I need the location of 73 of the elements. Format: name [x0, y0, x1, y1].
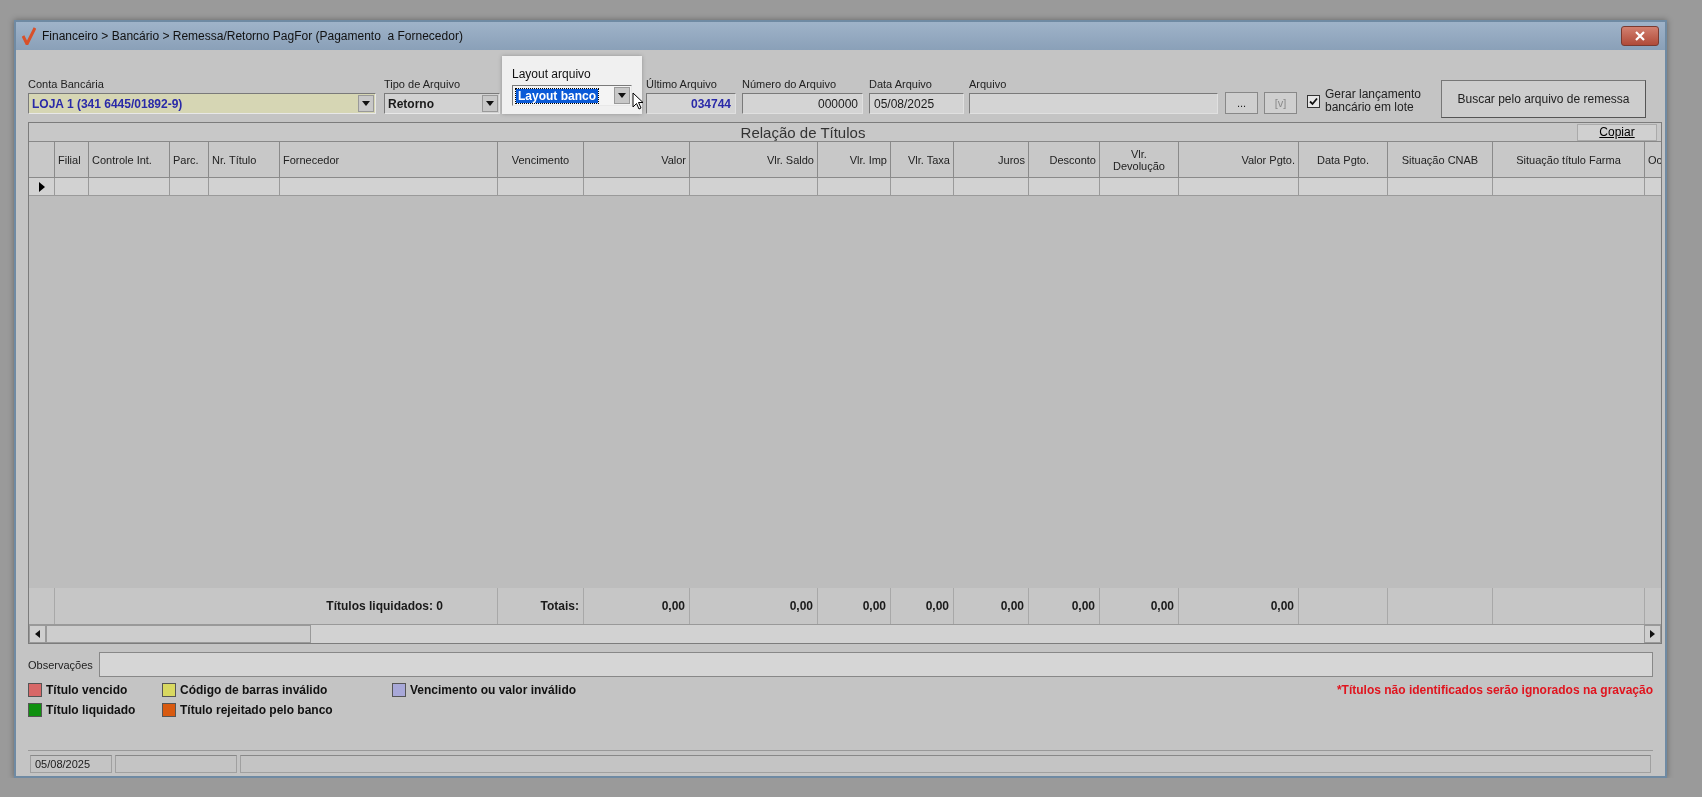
- warning-note: *Títulos não identificados serão ignorados na gravação: [1336, 683, 1653, 699]
- column-header[interactable]: Valor Pgto.: [1179, 142, 1299, 178]
- file-date-field[interactable]: 05/08/2025: [869, 93, 964, 114]
- legend-label: Código de barras inválido: [180, 683, 328, 697]
- file-type-dropdown[interactable]: Retorno: [384, 93, 500, 114]
- total-value: 0,00: [584, 588, 690, 624]
- close-icon[interactable]: [1635, 31, 1645, 41]
- column-header[interactable]: Controle Int.: [89, 142, 170, 178]
- totals-label: Totais:: [540, 599, 579, 613]
- close-button[interactable]: [1621, 26, 1659, 46]
- field-label: Data Arquivo: [869, 78, 933, 90]
- field-label: Número do Arquivo: [742, 78, 838, 90]
- field-label: Tipo de Arquivo: [384, 78, 462, 90]
- horizontal-scrollbar[interactable]: [29, 624, 1661, 643]
- search-remittance-button[interactable]: Buscar pelo arquivo de remessa: [1441, 80, 1646, 118]
- column-header[interactable]: Desconto: [1029, 142, 1100, 178]
- table-cell: [209, 178, 280, 196]
- total-value: 0,00: [891, 588, 954, 624]
- dropdown-arrow-icon: [362, 101, 370, 106]
- total-value: 0,00: [1100, 588, 1179, 624]
- scroll-right-icon[interactable]: [1650, 630, 1655, 638]
- mouse-cursor-icon: [632, 92, 644, 110]
- column-header[interactable]: Vlr. Devolução: [1100, 142, 1179, 178]
- field-label: Último Arquivo: [646, 78, 718, 90]
- layout-dropdown[interactable]: Layout banco: [512, 85, 632, 106]
- table-cell: [1029, 178, 1100, 196]
- legend-label: Vencimento ou valor inválido: [410, 683, 577, 697]
- column-header[interactable]: Situação CNAB: [1388, 142, 1493, 178]
- column-header[interactable]: Nr. Título: [209, 142, 280, 178]
- file-path-field[interactable]: [969, 93, 1218, 114]
- notes-field[interactable]: [98, 652, 1653, 677]
- table-cell: [170, 178, 209, 196]
- total-value: 0,00: [954, 588, 1029, 624]
- total-value: 0,00: [1179, 588, 1299, 624]
- account-dropdown[interactable]: LOJA 1 (341 6445/01892-9): [28, 93, 376, 114]
- total-value: 0,00: [818, 588, 891, 624]
- total-value: 0,00: [1029, 588, 1100, 624]
- status-date: 05/08/2025: [30, 755, 112, 773]
- copy-button[interactable]: Copiar: [1577, 123, 1657, 141]
- checkbox[interactable]: [1307, 94, 1320, 108]
- column-header[interactable]: Juros: [954, 142, 1029, 178]
- column-header[interactable]: Vlr. Imp: [818, 142, 891, 178]
- grid-caption: Relação de Títulos: [739, 123, 867, 141]
- column-header[interactable]: Vlr. Taxa: [891, 142, 954, 178]
- column-header[interactable]: Data Pgto.: [1299, 142, 1388, 178]
- legend-label: Título vencido: [46, 683, 128, 697]
- field-label: Conta Bancária: [28, 78, 105, 90]
- legend-label: Título liquidado: [46, 703, 136, 717]
- checkmark-logo-icon: [22, 27, 36, 45]
- checkbox-label: Gerar lançamento bancário em lote: [1325, 88, 1423, 114]
- last-file-field: 034744: [646, 93, 736, 114]
- total-value: 0,00: [690, 588, 818, 624]
- field-label: Layout arquivo: [512, 67, 592, 81]
- legend-label: Título rejeitado pelo banco: [180, 703, 333, 717]
- column-header[interactable]: Valor: [584, 142, 690, 178]
- field-label: Observações: [28, 658, 93, 671]
- column-header[interactable]: Fornecedor: [280, 142, 498, 178]
- window-title: Financeiro > Bancário > Remessa/Retorno PagFor (Pagamento a Fornecedor): [42, 29, 464, 43]
- file-number-field[interactable]: 000000: [742, 93, 863, 114]
- column-header[interactable]: Parc.: [170, 142, 209, 178]
- column-header[interactable]: Vencimento: [498, 142, 584, 178]
- table-cell: [891, 178, 954, 196]
- paid-count: Títulos liquidados: 0: [326, 599, 443, 613]
- dropdown-arrow-icon: [618, 93, 626, 98]
- field-label: Arquivo: [969, 78, 1008, 90]
- column-header[interactable]: Filial: [55, 142, 89, 178]
- scroll-left-icon[interactable]: [35, 630, 40, 638]
- column-header[interactable]: Situação título Farma: [1493, 142, 1645, 178]
- column-header[interactable]: Vlr. Saldo: [690, 142, 818, 178]
- dropdown-arrow-icon: [486, 101, 494, 106]
- column-header[interactable]: Oc: [1645, 142, 1661, 178]
- table-cell: [55, 178, 89, 196]
- browse-button[interactable]: ...: [1225, 92, 1258, 114]
